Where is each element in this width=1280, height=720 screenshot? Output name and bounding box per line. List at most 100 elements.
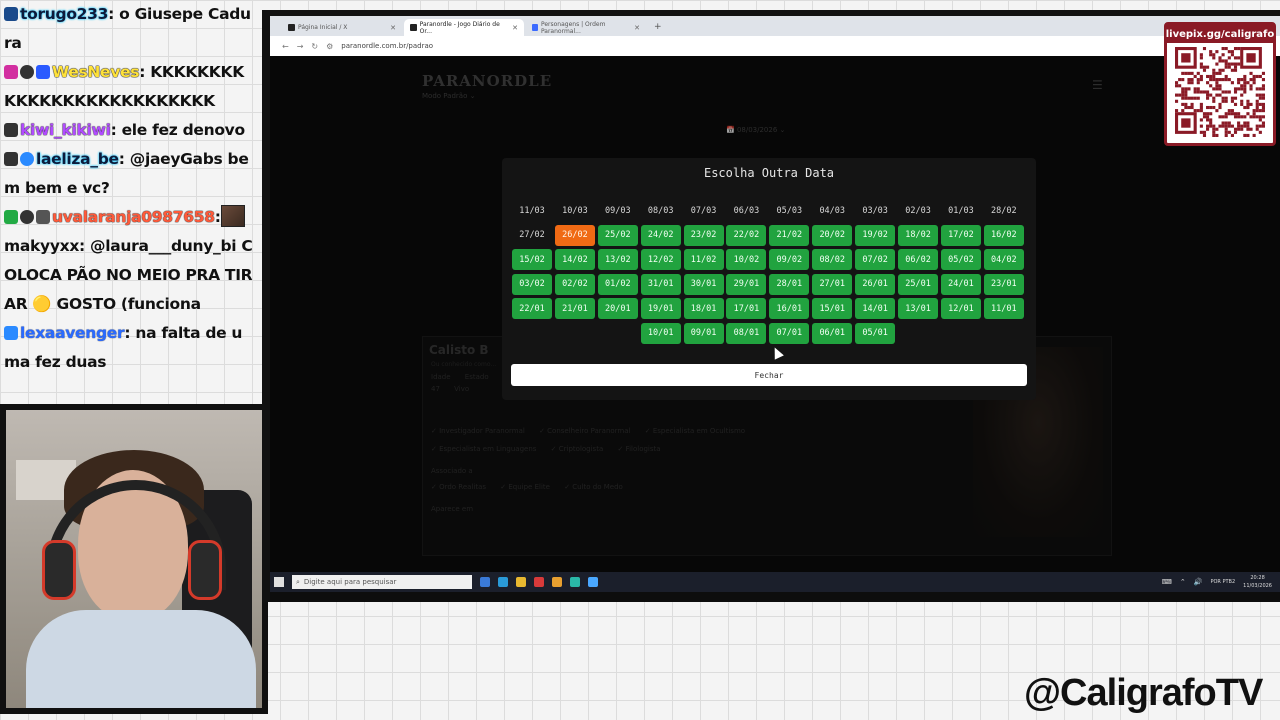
speaker-icon[interactable]: 🔊 xyxy=(1194,578,1203,586)
date-option-button[interactable]: 28/01 xyxy=(769,273,810,295)
close-icon[interactable]: ✕ xyxy=(512,24,518,32)
site-info-icon[interactable]: ⚙ xyxy=(326,42,333,51)
obs-app-icon[interactable] xyxy=(534,577,544,587)
clock[interactable]: 20:28 11/03/2026 xyxy=(1243,574,1272,590)
chat-username[interactable]: makyyxx xyxy=(4,237,79,255)
clock-date: 11/03/2026 xyxy=(1243,583,1272,589)
date-option-button[interactable]: 22/02 xyxy=(726,224,767,246)
tab-paranordle[interactable]: Paranordle - Jogo Diário de Or... ✕ xyxy=(404,19,524,36)
reload-icon[interactable]: ↻ xyxy=(311,42,318,51)
date-option-button[interactable]: 13/02 xyxy=(597,249,638,270)
chat-username[interactable]: WesNeves xyxy=(52,63,140,81)
date-option-button[interactable]: 29/01 xyxy=(726,273,767,295)
date-option-button[interactable]: 11/01 xyxy=(983,298,1024,319)
tab-personagens[interactable]: Personagens | Ordem Paranormal... ✕ xyxy=(526,19,646,36)
forward-arrow-icon[interactable]: → xyxy=(297,42,304,51)
date-option-button[interactable]: 08/01 xyxy=(726,322,767,344)
chat-message: lexaavenger: na falta de uma fez duas xyxy=(4,319,254,377)
date-option-button[interactable]: 26/02 xyxy=(554,224,595,246)
chat-message: WesNeves: KKKKKKKKKKKKKKKKKKKKKKKKKK xyxy=(4,58,254,116)
date-option-button[interactable]: 25/02 xyxy=(597,224,638,246)
date-option-button[interactable]: 17/02 xyxy=(940,224,981,246)
date-option-button[interactable]: 06/01 xyxy=(812,322,853,344)
date-option-button[interactable]: 09/02 xyxy=(769,249,810,270)
date-option-button: 04/03 xyxy=(812,200,853,221)
date-option-button[interactable]: 05/01 xyxy=(855,322,896,344)
edge-app-icon[interactable] xyxy=(498,577,508,587)
chat-badge-icon xyxy=(4,152,18,166)
new-tab-button[interactable]: + xyxy=(648,19,668,36)
date-option-button[interactable]: 10/02 xyxy=(726,249,767,270)
date-option-button[interactable]: 01/02 xyxy=(597,273,638,295)
chat-username[interactable]: lexaavenger xyxy=(20,324,125,342)
date-option-button[interactable]: 30/01 xyxy=(683,273,724,295)
chat-username[interactable]: kiwi_kikiwi xyxy=(20,121,111,139)
date-option-button[interactable]: 26/01 xyxy=(855,273,896,295)
date-option-button[interactable]: 16/02 xyxy=(983,224,1024,246)
date-option-button[interactable]: 20/01 xyxy=(597,298,638,319)
date-option-button[interactable]: 25/01 xyxy=(898,273,939,295)
language-indicator[interactable]: POR PTB2 xyxy=(1210,579,1235,585)
date-option-button[interactable]: 27/01 xyxy=(812,273,853,295)
store-app-icon[interactable] xyxy=(480,577,490,587)
date-option-button[interactable]: 09/01 xyxy=(683,322,724,344)
tab-home-x[interactable]: Página Inicial / X ✕ xyxy=(282,19,402,36)
date-option-button[interactable]: 15/01 xyxy=(812,298,853,319)
date-option-button[interactable]: 20/02 xyxy=(812,224,853,246)
date-option-button[interactable]: 12/02 xyxy=(640,249,681,270)
keyboard-icon[interactable]: ⌨ xyxy=(1162,578,1172,586)
date-option-button[interactable]: 07/01 xyxy=(769,322,810,344)
date-option-button[interactable]: 23/01 xyxy=(983,273,1024,295)
app-icon[interactable] xyxy=(588,577,598,587)
date-option-button[interactable]: 11/02 xyxy=(683,249,724,270)
back-arrow-icon[interactable]: ← xyxy=(282,42,289,51)
url-field[interactable]: paranordle.com.br/padrao xyxy=(341,42,433,50)
close-icon[interactable]: ✕ xyxy=(634,24,640,32)
date-option-button[interactable]: 19/01 xyxy=(640,298,681,319)
date-option-button[interactable]: 21/01 xyxy=(554,298,595,319)
explorer-app-icon[interactable] xyxy=(516,577,526,587)
date-option-button[interactable]: 31/01 xyxy=(640,273,681,295)
date-option-button[interactable]: 19/02 xyxy=(855,224,896,246)
date-option-button[interactable]: 18/02 xyxy=(898,224,939,246)
date-option-button[interactable]: 14/01 xyxy=(855,298,896,319)
app-icon[interactable] xyxy=(570,577,580,587)
chat-message: kiwi_kikiwi: ele fez denovo xyxy=(4,116,254,145)
date-option-button[interactable]: 10/01 xyxy=(640,322,681,344)
chevron-up-icon[interactable]: ⌃ xyxy=(1180,578,1186,586)
date-option-button[interactable]: 04/02 xyxy=(983,249,1024,270)
date-option-button[interactable]: 06/02 xyxy=(898,249,939,270)
date-option-button[interactable]: 21/02 xyxy=(769,224,810,246)
chat-username[interactable]: torugo233 xyxy=(20,5,108,23)
chat-username[interactable]: laeliza_be xyxy=(36,150,119,168)
chat-username[interactable]: uvalaranja0987658 xyxy=(52,208,215,226)
date-option-button: 27/02 xyxy=(512,224,552,246)
windows-taskbar: ⌕ Digite aqui para pesquisar ⌨ ⌃ 🔊 POR P… xyxy=(270,572,1280,592)
date-option-button[interactable]: 22/01 xyxy=(512,298,552,319)
close-icon[interactable]: ✕ xyxy=(390,24,396,32)
taskbar-search-box[interactable]: ⌕ Digite aqui para pesquisar xyxy=(292,575,472,589)
date-option-button[interactable]: 18/01 xyxy=(683,298,724,319)
date-option-button[interactable]: 05/02 xyxy=(940,249,981,270)
date-option-button[interactable]: 02/02 xyxy=(554,273,595,295)
date-option-button[interactable]: 23/02 xyxy=(683,224,724,246)
chat-badge-icon xyxy=(20,152,34,166)
windows-start-icon[interactable] xyxy=(274,577,284,587)
date-option-button[interactable]: 07/02 xyxy=(855,249,896,270)
date-option-button[interactable]: 12/01 xyxy=(940,298,981,319)
date-option-button[interactable]: 03/02 xyxy=(512,273,552,295)
date-option-button[interactable]: 24/02 xyxy=(640,224,681,246)
close-button[interactable]: Fechar xyxy=(511,364,1027,386)
date-option-button[interactable]: 08/02 xyxy=(812,249,853,270)
date-option-button[interactable]: 14/02 xyxy=(554,249,595,270)
date-option-button[interactable]: 17/01 xyxy=(726,298,767,319)
date-option-button[interactable]: 16/01 xyxy=(769,298,810,319)
tab-label: Personagens | Ordem Paranormal... xyxy=(540,20,606,35)
chrome-app-icon[interactable] xyxy=(552,577,562,587)
date-option-button[interactable]: 24/01 xyxy=(940,273,981,295)
chat-message: uvalaranja0987658: xyxy=(4,203,254,232)
chat-badge-icon xyxy=(36,210,50,224)
chat-message: torugo233: o Giusepe Cadura xyxy=(4,0,254,58)
date-option-button[interactable]: 13/01 xyxy=(898,298,939,319)
date-option-button[interactable]: 15/02 xyxy=(512,249,552,270)
